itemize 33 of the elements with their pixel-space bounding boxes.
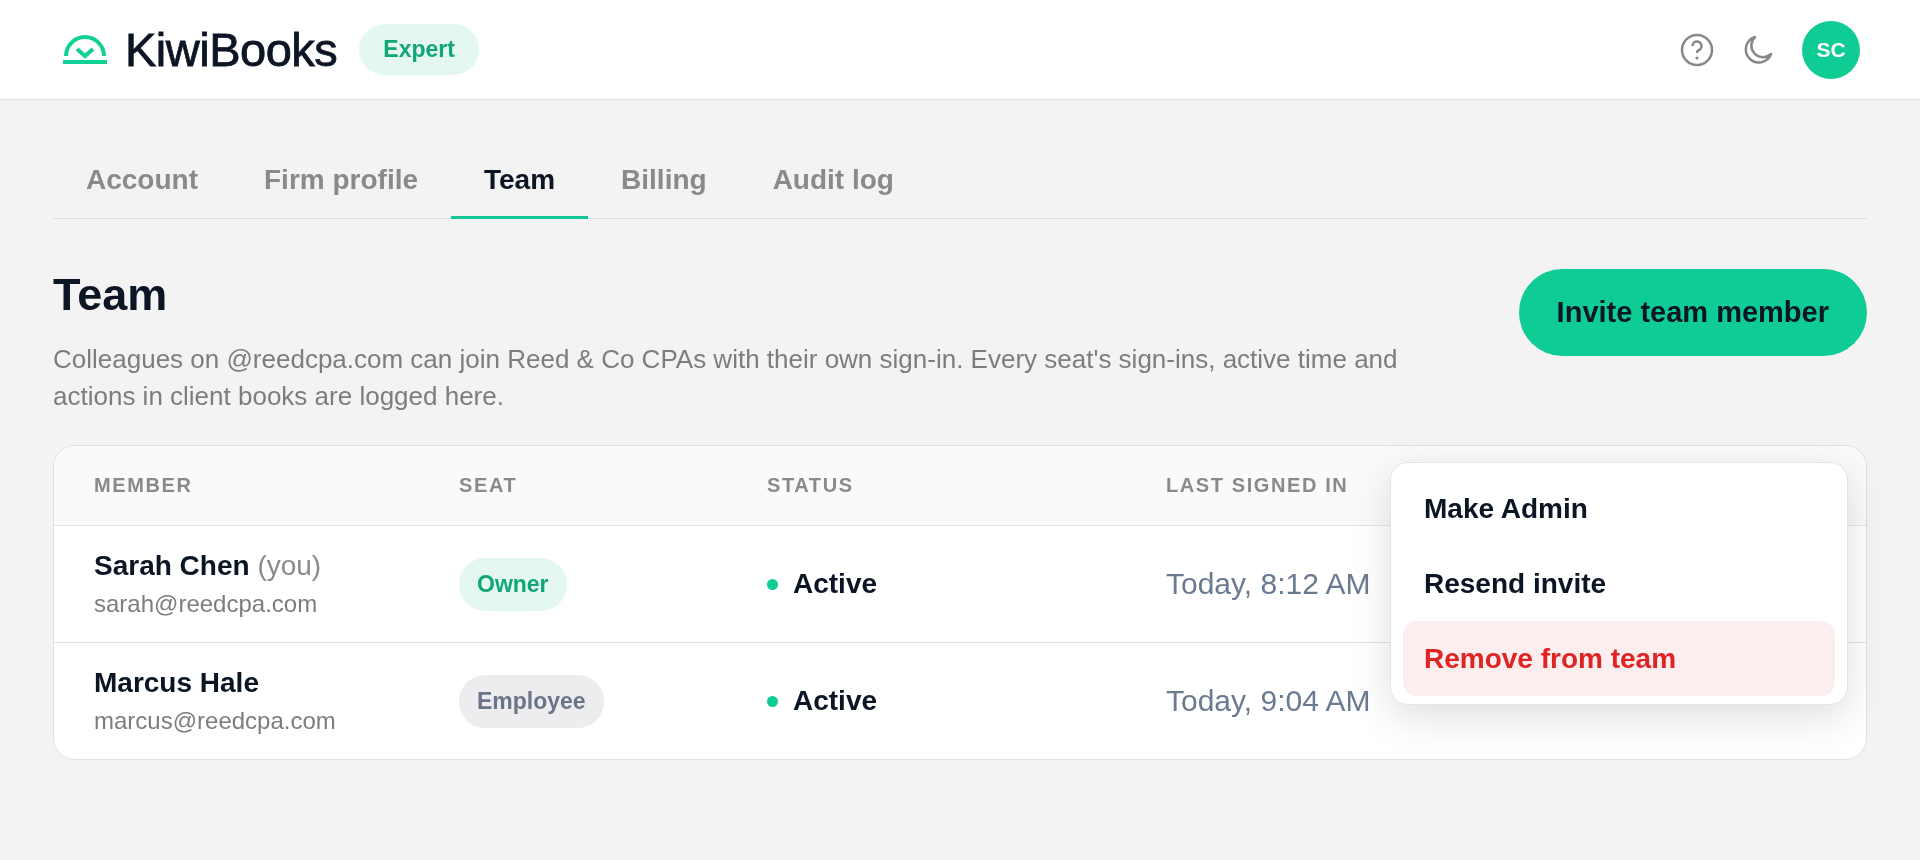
moon-icon[interactable] [1742,33,1774,66]
status-dot [767,578,778,590]
tab[interactable]: Team [451,144,589,219]
member-email: marcus@reedcpa.com [94,707,337,735]
menu-item[interactable]: Remove from team [1403,621,1835,696]
invite-button[interactable]: Invite team member [1518,269,1867,356]
tab[interactable]: Billing [588,144,740,219]
section-description: Colleagues on @reedcpa.com can join Reed & Co CPAs with their own sign-in. Every seat's sign-ins, active time and actions in client books are logged here. [53,343,1399,413]
member-email: sarah@reedcpa.com [94,590,319,618]
last-signed-in: Today, 9:04 AM [1166,684,1371,718]
menu-item[interactable]: Resend invite [1403,546,1835,621]
last-signed-in: Today, 8:12 AM [1166,567,1371,601]
plan-badge: Expert [359,24,479,75]
seat-badge: Employee [459,674,604,728]
tab[interactable]: Audit log [739,144,927,219]
member-name: Sarah Chen (you) [94,550,323,582]
menu-item[interactable]: Make Admin [1403,471,1835,546]
column-header: MEMBER [94,474,193,497]
brand-name: KiwiBooks [125,22,338,77]
column-header: LAST SIGNED IN [1166,474,1349,497]
user-avatar[interactable]: SC [1802,20,1860,79]
logo-icon [63,33,107,66]
column-header: STATUS [767,474,854,497]
help-icon[interactable] [1680,32,1714,67]
column-header: SEAT [459,474,518,497]
status-dot [767,695,778,707]
status-text: Active [793,685,878,717]
seat-badge: Owner [459,557,567,611]
member-name: Marcus Hale [94,667,260,699]
status-text: Active [793,568,878,600]
tab[interactable]: Firm profile [231,144,451,219]
tab[interactable]: Account [53,144,231,219]
section-title: Team [53,269,169,321]
